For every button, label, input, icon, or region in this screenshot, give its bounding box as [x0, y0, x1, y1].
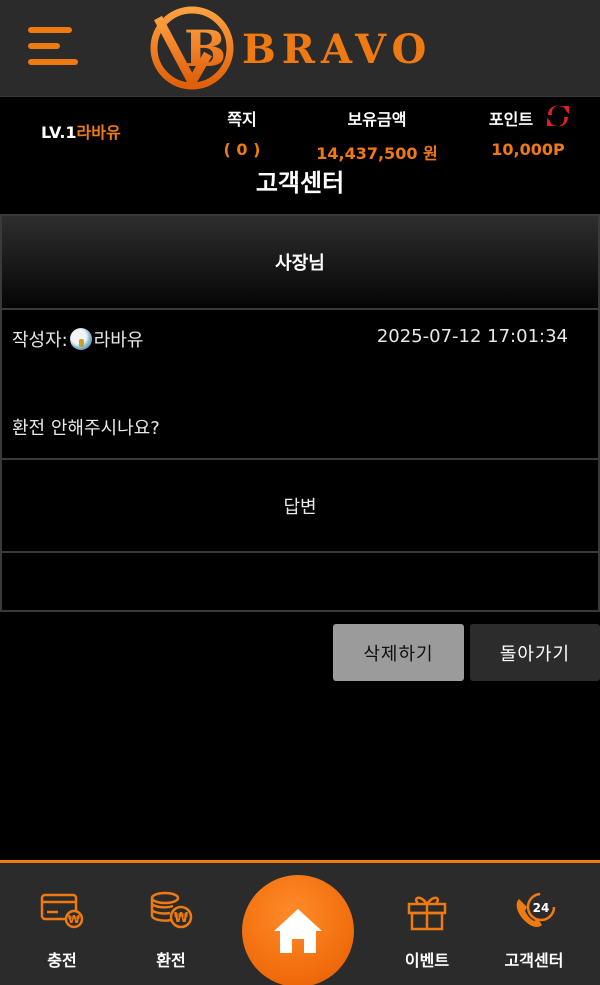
subject-text: 사장님 [275, 253, 325, 274]
user-level: LV.1라바유 [41, 119, 121, 143]
username: 라바유 [76, 123, 121, 142]
hamburger-menu-icon[interactable] [28, 25, 78, 67]
nav-support[interactable]: 24 고객센터 [484, 863, 584, 985]
author-label: 작성자: [12, 330, 68, 351]
delete-button[interactable]: 삭제하기 [333, 624, 464, 681]
balance-value: 14,437,500 원 [316, 144, 438, 163]
balance-info: 보유금액 14,437,500 원 [306, 106, 448, 164]
answer-body [0, 551, 600, 612]
points-value: 10,000P [491, 140, 565, 159]
post-body: 환전 안해주시나요? [12, 418, 160, 439]
refresh-icon[interactable] [545, 104, 571, 128]
inquiry-post: 작성자: 라바유 2025-07-12 17:01:34 환전 안해주시나요? [0, 308, 600, 460]
back-button[interactable]: 돌아가기 [470, 624, 600, 681]
messages-label: 쪽지 [227, 110, 257, 129]
nav-charge[interactable]: ₩ 충전 [12, 863, 112, 985]
logo-emblem-icon: B [150, 6, 234, 90]
messages-info[interactable]: 쪽지 ( 0 ) [210, 106, 274, 159]
card-won-icon: ₩ [40, 893, 84, 929]
answer-header: 답변 [0, 458, 600, 553]
balance-label: 보유금액 [347, 110, 407, 129]
post-date: 2025-07-12 17:01:34 [376, 326, 568, 347]
brand-name: BRAVO [242, 26, 433, 73]
nav-exchange-label: 환전 [156, 951, 186, 970]
page-title: 고객센터 [255, 169, 345, 197]
user-info-bar: LV.1라바유 쪽지 ( 0 ) 보유금액 14,437,500 원 포인트 1… [0, 97, 600, 163]
home-icon [274, 909, 322, 953]
coins-won-icon: ₩ [150, 891, 193, 929]
svg-text:B: B [184, 19, 226, 78]
svg-text:₩: ₩ [68, 913, 80, 926]
author-name: 라바유 [93, 330, 144, 351]
nav-exchange[interactable]: ₩ 환전 [121, 863, 221, 985]
top-bar: B BRAVO [0, 0, 600, 97]
author-avatar-icon [69, 328, 92, 350]
messages-count: ( 0 ) [223, 140, 261, 159]
support-24-icon: 24 [516, 892, 556, 927]
author-info: 작성자: 라바유 [12, 326, 143, 352]
nav-support-label: 고객센터 [504, 951, 564, 970]
nav-event[interactable]: 이벤트 [377, 863, 477, 985]
gift-icon [407, 896, 447, 931]
answer-label: 답변 [283, 496, 317, 518]
svg-text:24: 24 [533, 901, 550, 915]
level-label: LV.1 [41, 123, 77, 142]
inquiry-subject: 사장님 [0, 214, 600, 310]
svg-text:₩: ₩ [174, 911, 189, 926]
nav-charge-label: 충전 [47, 951, 77, 970]
brand-logo[interactable]: B BRAVO [148, 4, 438, 92]
home-button[interactable] [242, 875, 354, 985]
nav-event-label: 이벤트 [404, 951, 450, 970]
